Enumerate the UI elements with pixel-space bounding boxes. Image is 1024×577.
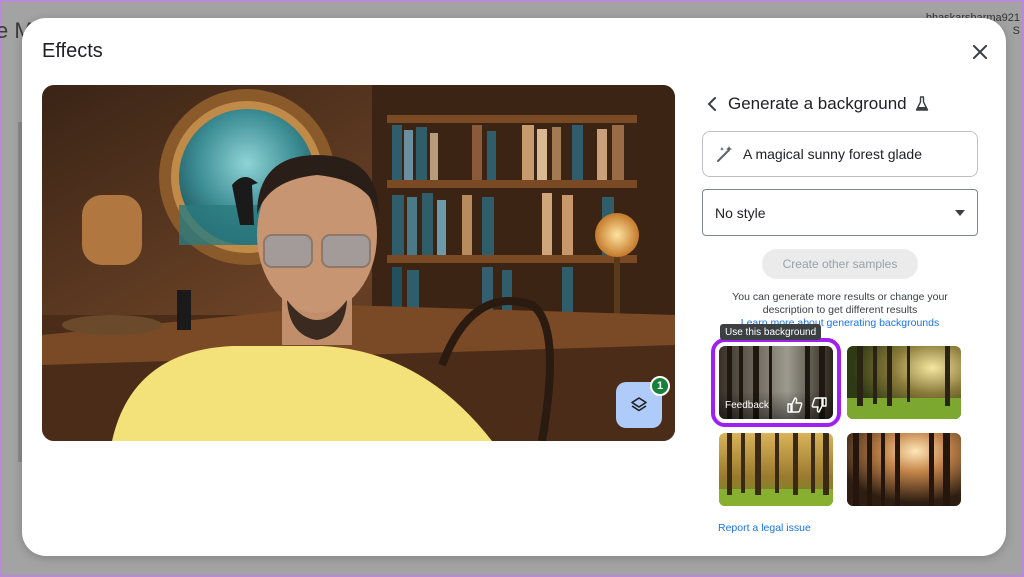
thumbs-down-button[interactable] xyxy=(809,395,829,415)
feedback-label: Feedback xyxy=(725,399,769,411)
use-background-tooltip: Use this background xyxy=(720,324,822,340)
style-select[interactable]: No style xyxy=(702,189,978,236)
create-other-samples-button[interactable]: Create other samples xyxy=(762,249,918,279)
magic-wand-icon xyxy=(717,146,732,162)
sunlit-forest-image xyxy=(847,346,961,419)
chevron-left-icon xyxy=(707,97,716,111)
thumbs-down-icon xyxy=(811,397,827,413)
report-legal-issue-link[interactable]: Report a legal issue xyxy=(718,522,811,534)
background-thumbnail-1[interactable]: Feedback xyxy=(711,338,841,427)
back-button[interactable] xyxy=(700,92,724,116)
thumbnail-feedback-bar: Feedback xyxy=(719,391,833,419)
golden-forest-image xyxy=(719,433,833,506)
flask-icon xyxy=(915,96,929,112)
background-thumbnail-3[interactable] xyxy=(719,433,833,506)
close-icon xyxy=(973,45,987,59)
camera-preview xyxy=(42,85,675,441)
effects-count-badge: 1 xyxy=(650,376,670,396)
thumbs-up-icon xyxy=(787,397,803,413)
prompt-input[interactable]: A magical sunny forest glade xyxy=(702,131,978,177)
background-thumbnail-4[interactable] xyxy=(847,433,961,506)
panel-title: Generate a background xyxy=(728,94,907,113)
style-select-value: No style xyxy=(715,204,766,221)
prompt-value: A magical sunny forest glade xyxy=(743,146,922,162)
preview-scene xyxy=(42,85,675,441)
thumbs-up-button[interactable] xyxy=(785,395,805,415)
dialog-title: Effects xyxy=(42,40,103,62)
effects-dialog: Effects 1 Generate a background A magica… xyxy=(22,18,1006,556)
close-button[interactable] xyxy=(968,40,992,64)
sunrise-forest-image xyxy=(847,433,961,506)
dropdown-arrow-icon xyxy=(955,209,965,216)
panel-header: Generate a background xyxy=(700,92,929,116)
background-thumbnail-2[interactable] xyxy=(847,346,961,419)
layers-icon xyxy=(631,397,647,412)
